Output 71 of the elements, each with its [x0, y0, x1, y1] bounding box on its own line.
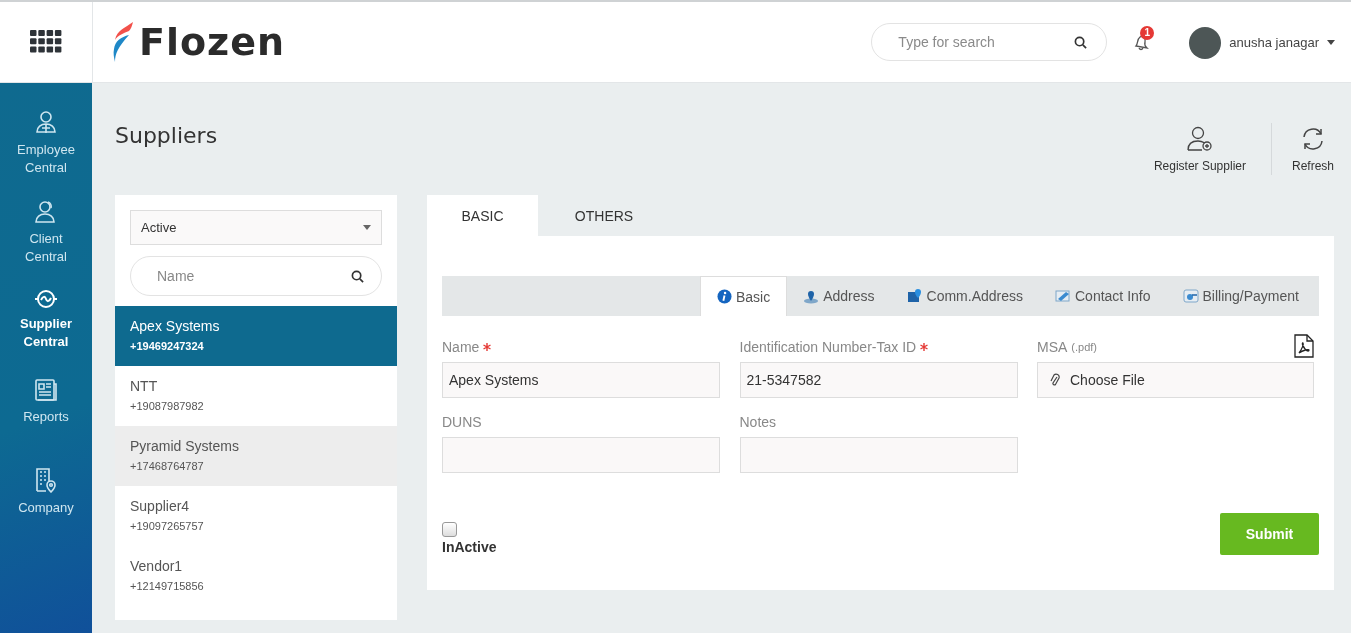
- caret-icon: [1327, 40, 1335, 45]
- search-field[interactable]: Type for search: [871, 23, 1108, 61]
- supplier-list-item[interactable]: Supplier4 +19097265757: [115, 486, 397, 546]
- field-label: Identification Number-Tax ID: [739, 339, 917, 355]
- input-field[interactable]: Apex Systems: [442, 362, 720, 398]
- input-field[interactable]: [442, 437, 720, 473]
- toolbar-button[interactable]: Refresh: [1271, 123, 1334, 175]
- supplier-phone: +17468764787: [130, 460, 204, 472]
- tab[interactable]: BASIC: [427, 195, 538, 236]
- pin-card-icon: [906, 288, 923, 304]
- supplier-list-item[interactable]: Pyramid Systems +17468764787: [115, 426, 397, 486]
- sync-circle-icon: [34, 289, 58, 309]
- add-user-icon: [1186, 126, 1213, 152]
- supplier-phone: +19469247324: [130, 340, 204, 352]
- required-asterisk-icon: [483, 343, 492, 351]
- logo-wordmark: Flozen: [139, 20, 286, 64]
- sub-tab[interactable]: Billing/Payment: [1166, 276, 1315, 316]
- sub-tab[interactable]: Basic: [699, 276, 788, 316]
- supplier-list-item[interactable]: Apex Systems +19469247324: [115, 306, 397, 366]
- file-chooser[interactable]: Choose File: [1037, 362, 1314, 398]
- person-icon: [35, 111, 57, 135]
- sub-tab[interactable]: Contact Info: [1039, 276, 1167, 316]
- field-label: Name: [442, 339, 480, 355]
- sidebar-item[interactable]: Company: [0, 467, 92, 556]
- supplier-list-item[interactable]: Vendor1 +12149715856: [115, 546, 397, 606]
- field-label: MSA: [1037, 339, 1068, 355]
- sidebar-item[interactable]: Client Central: [0, 200, 92, 289]
- contact-card-icon: [1055, 288, 1071, 304]
- supplier-name: Vendor1: [130, 558, 183, 574]
- sidebar-item[interactable]: Employee Central: [0, 111, 92, 200]
- paperclip-icon: [1050, 373, 1060, 387]
- status-dropdown[interactable]: Active: [130, 210, 382, 245]
- search-icon[interactable]: [1074, 36, 1088, 49]
- avatar-icon: [1189, 26, 1222, 59]
- checkbox-label: InActive: [442, 539, 497, 555]
- apps-grid-icon[interactable]: [30, 30, 62, 54]
- map-pin-icon: [803, 288, 820, 304]
- info-icon: [716, 289, 732, 304]
- supplier-name: NTT: [130, 378, 158, 394]
- field-label: Notes: [739, 414, 777, 430]
- supplier-name: Apex Systems: [130, 318, 220, 334]
- input-field[interactable]: [739, 437, 1018, 473]
- required-asterisk-icon: [920, 343, 929, 351]
- toolbar-button[interactable]: Register Supplier: [1153, 123, 1272, 175]
- caret-icon: [363, 225, 371, 230]
- person-icon: [34, 200, 58, 224]
- supplier-phone: +12149715856: [130, 580, 204, 592]
- tab[interactable]: OTHERS: [538, 195, 670, 236]
- supplier-name: Pyramid Systems: [130, 438, 239, 454]
- newspaper-icon: [34, 378, 58, 402]
- field-label: DUNS: [442, 414, 482, 430]
- refresh-icon: [1300, 126, 1326, 152]
- user-menu[interactable]: anusha janagar: [1189, 2, 1335, 83]
- notification-count: 1: [1140, 26, 1155, 40]
- pdf-file-icon[interactable]: [1294, 334, 1314, 358]
- payment-card-icon: [1182, 288, 1199, 304]
- page-title: Suppliers: [115, 123, 218, 150]
- input-field[interactable]: 21-5347582: [739, 362, 1018, 398]
- sub-tab[interactable]: Address: [787, 276, 891, 316]
- search-field[interactable]: Name: [130, 256, 382, 296]
- sidebar-item[interactable]: Supplier Central: [0, 289, 92, 378]
- sub-tab[interactable]: Comm.Address: [890, 276, 1039, 316]
- building-pin-icon: [35, 467, 57, 493]
- search-icon[interactable]: [351, 270, 364, 283]
- supplier-phone: +19097265757: [130, 520, 204, 532]
- sidebar-item[interactable]: Reports: [0, 378, 92, 467]
- checkbox[interactable]: [442, 522, 457, 537]
- supplier-list-item[interactable]: NTT +19087987982: [115, 366, 397, 426]
- supplier-phone: +19087987982: [130, 400, 204, 412]
- field-hint: (.pdf): [1071, 341, 1098, 353]
- supplier-name: Supplier4: [130, 498, 190, 514]
